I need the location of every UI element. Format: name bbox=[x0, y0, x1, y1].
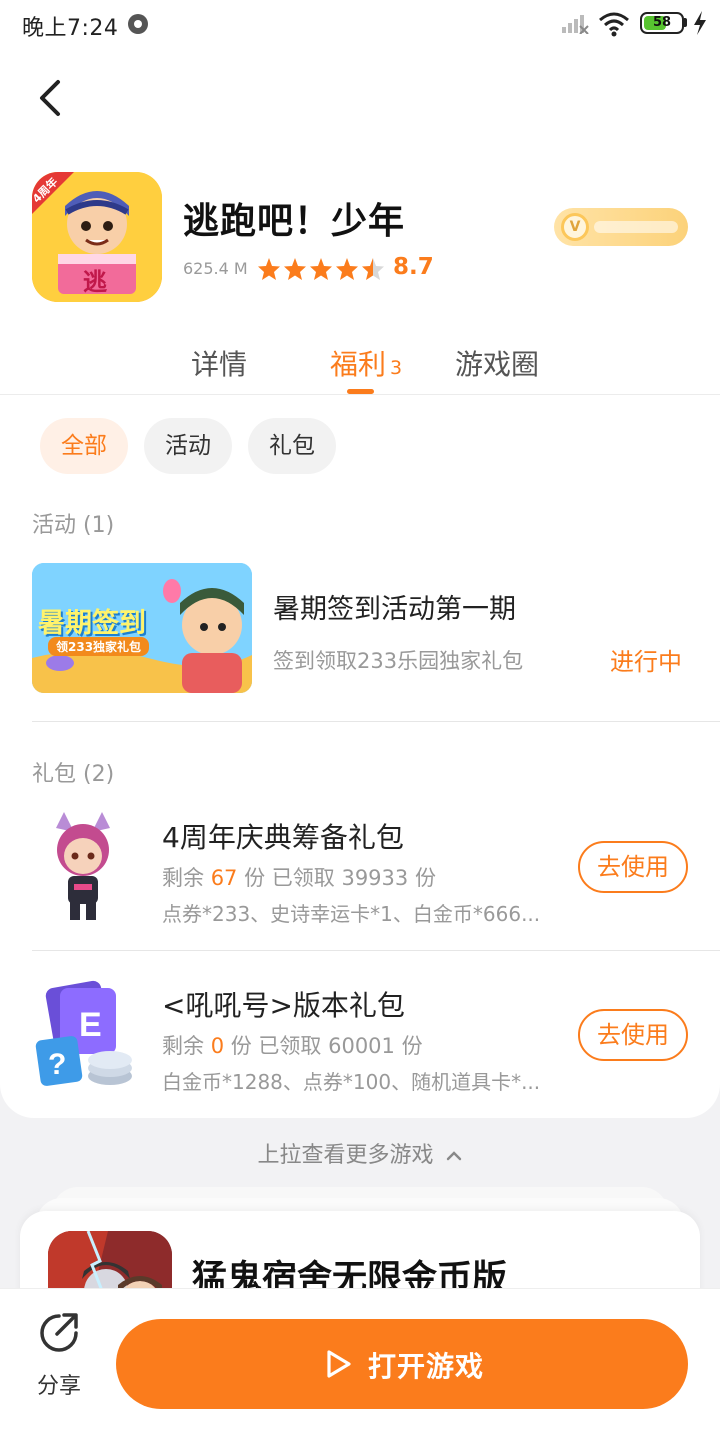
filter-gifts[interactable]: 礼包 bbox=[248, 418, 336, 474]
status-time: 晚上7:24 bbox=[22, 16, 119, 41]
gift-stock: 剩余 67 份 已领取 39933 份 bbox=[162, 862, 436, 892]
use-gift-button[interactable]: 去使用 bbox=[578, 841, 688, 893]
tab-divider bbox=[0, 394, 720, 395]
app-size: 625.4 M bbox=[183, 259, 248, 278]
status-bar: 晚上7:24 58 bbox=[0, 0, 720, 50]
star-icon bbox=[284, 258, 306, 280]
gift-stock-prefix: 剩余 bbox=[162, 1034, 204, 1058]
gift-contents: 白金币*1288、点券*100、随机道具卡*... bbox=[162, 1070, 541, 1094]
pull-up-hint-text: 上拉查看更多游戏 bbox=[257, 1143, 434, 1168]
gift-contents: 点券*233、史诗幸运卡*1、白金币*666... bbox=[162, 902, 541, 926]
gift-image-cards-coins: E ? bbox=[32, 978, 138, 1092]
use-gift-button[interactable]: 去使用 bbox=[578, 1009, 688, 1061]
event-description: 签到领取233乐园独家礼包 bbox=[273, 649, 524, 673]
vip-privilege-badge[interactable]: V bbox=[554, 208, 688, 246]
rating-stars bbox=[258, 258, 384, 280]
battery-icon: 58 bbox=[640, 12, 684, 34]
charging-icon bbox=[694, 11, 706, 35]
tab-game-circle-label: 游戏圈 bbox=[455, 348, 540, 381]
gift-title: 4周年庆典筹备礼包 bbox=[162, 821, 404, 854]
gift-remaining-count: 0 bbox=[210, 1034, 225, 1058]
gift-claimed-count: 份 已领取 39933 份 bbox=[244, 866, 436, 890]
gift-title: <吼吼号>版本礼包 bbox=[162, 989, 405, 1022]
tab-welfare-count: 3 bbox=[390, 357, 403, 379]
share-label: 分享 bbox=[36, 1374, 81, 1399]
svg-text:?: ? bbox=[48, 1048, 66, 1081]
svg-text:E: E bbox=[79, 1006, 102, 1044]
tab-welfare[interactable]: 福利 3 bbox=[330, 343, 402, 383]
filter-events[interactable]: 活动 bbox=[144, 418, 232, 474]
gifts-section-header: 礼包 (2) bbox=[32, 762, 115, 787]
app-icon-glyph: 逃 bbox=[83, 268, 107, 296]
tab-welfare-label: 福利 bbox=[330, 348, 387, 381]
half-star-icon bbox=[362, 258, 384, 280]
event-status: 进行中 bbox=[610, 648, 682, 676]
media-disc-icon bbox=[128, 14, 148, 34]
chevron-up-icon bbox=[446, 1151, 461, 1161]
tab-details[interactable]: 详情 bbox=[191, 343, 247, 383]
divider bbox=[32, 721, 720, 722]
star-icon bbox=[258, 258, 280, 280]
back-button[interactable] bbox=[28, 74, 72, 122]
open-game-label: 打开游戏 bbox=[368, 1350, 485, 1383]
event-banner-image[interactable]: 暑期签到 领233独家礼包 bbox=[32, 563, 252, 693]
signal-icon bbox=[562, 15, 589, 34]
tab-game-circle[interactable]: 游戏圈 bbox=[455, 343, 539, 383]
open-game-button[interactable]: 打开游戏 bbox=[116, 1319, 688, 1409]
gift-image-character bbox=[30, 810, 136, 924]
gift-remaining-count: 67 bbox=[210, 866, 238, 890]
event-banner-text: 暑期签到 bbox=[38, 608, 146, 639]
events-section-header: 活动 (1) bbox=[32, 513, 115, 538]
filter-all[interactable]: 全部 bbox=[40, 418, 128, 474]
gift-stock-prefix: 剩余 bbox=[162, 866, 204, 890]
divider bbox=[32, 950, 720, 951]
pull-up-more-games[interactable]: 上拉查看更多游戏 bbox=[0, 1137, 720, 1169]
gift-claimed-count: 份 已领取 60001 份 bbox=[230, 1034, 423, 1058]
rating-score: 8.7 bbox=[393, 254, 434, 280]
share-icon bbox=[40, 1313, 78, 1352]
gift-stock: 剩余 0 份 已领取 60001 份 bbox=[162, 1030, 423, 1060]
app-title: 逃跑吧！少年 bbox=[183, 201, 406, 242]
event-title[interactable]: 暑期签到活动第一期 bbox=[273, 587, 516, 626]
vip-icon: V bbox=[561, 213, 589, 241]
star-icon bbox=[310, 258, 332, 280]
play-icon bbox=[327, 1350, 351, 1378]
tab-details-label: 详情 bbox=[191, 348, 248, 381]
star-icon bbox=[336, 258, 358, 280]
share-button[interactable]: 分享 bbox=[30, 1312, 90, 1402]
app-icon: 4周年 逃 bbox=[32, 172, 162, 302]
wifi-icon bbox=[599, 12, 629, 37]
event-banner-subtext: 领233独家礼包 bbox=[48, 637, 150, 656]
battery-level: 58 bbox=[652, 15, 672, 30]
back-arrow-icon bbox=[40, 80, 60, 116]
